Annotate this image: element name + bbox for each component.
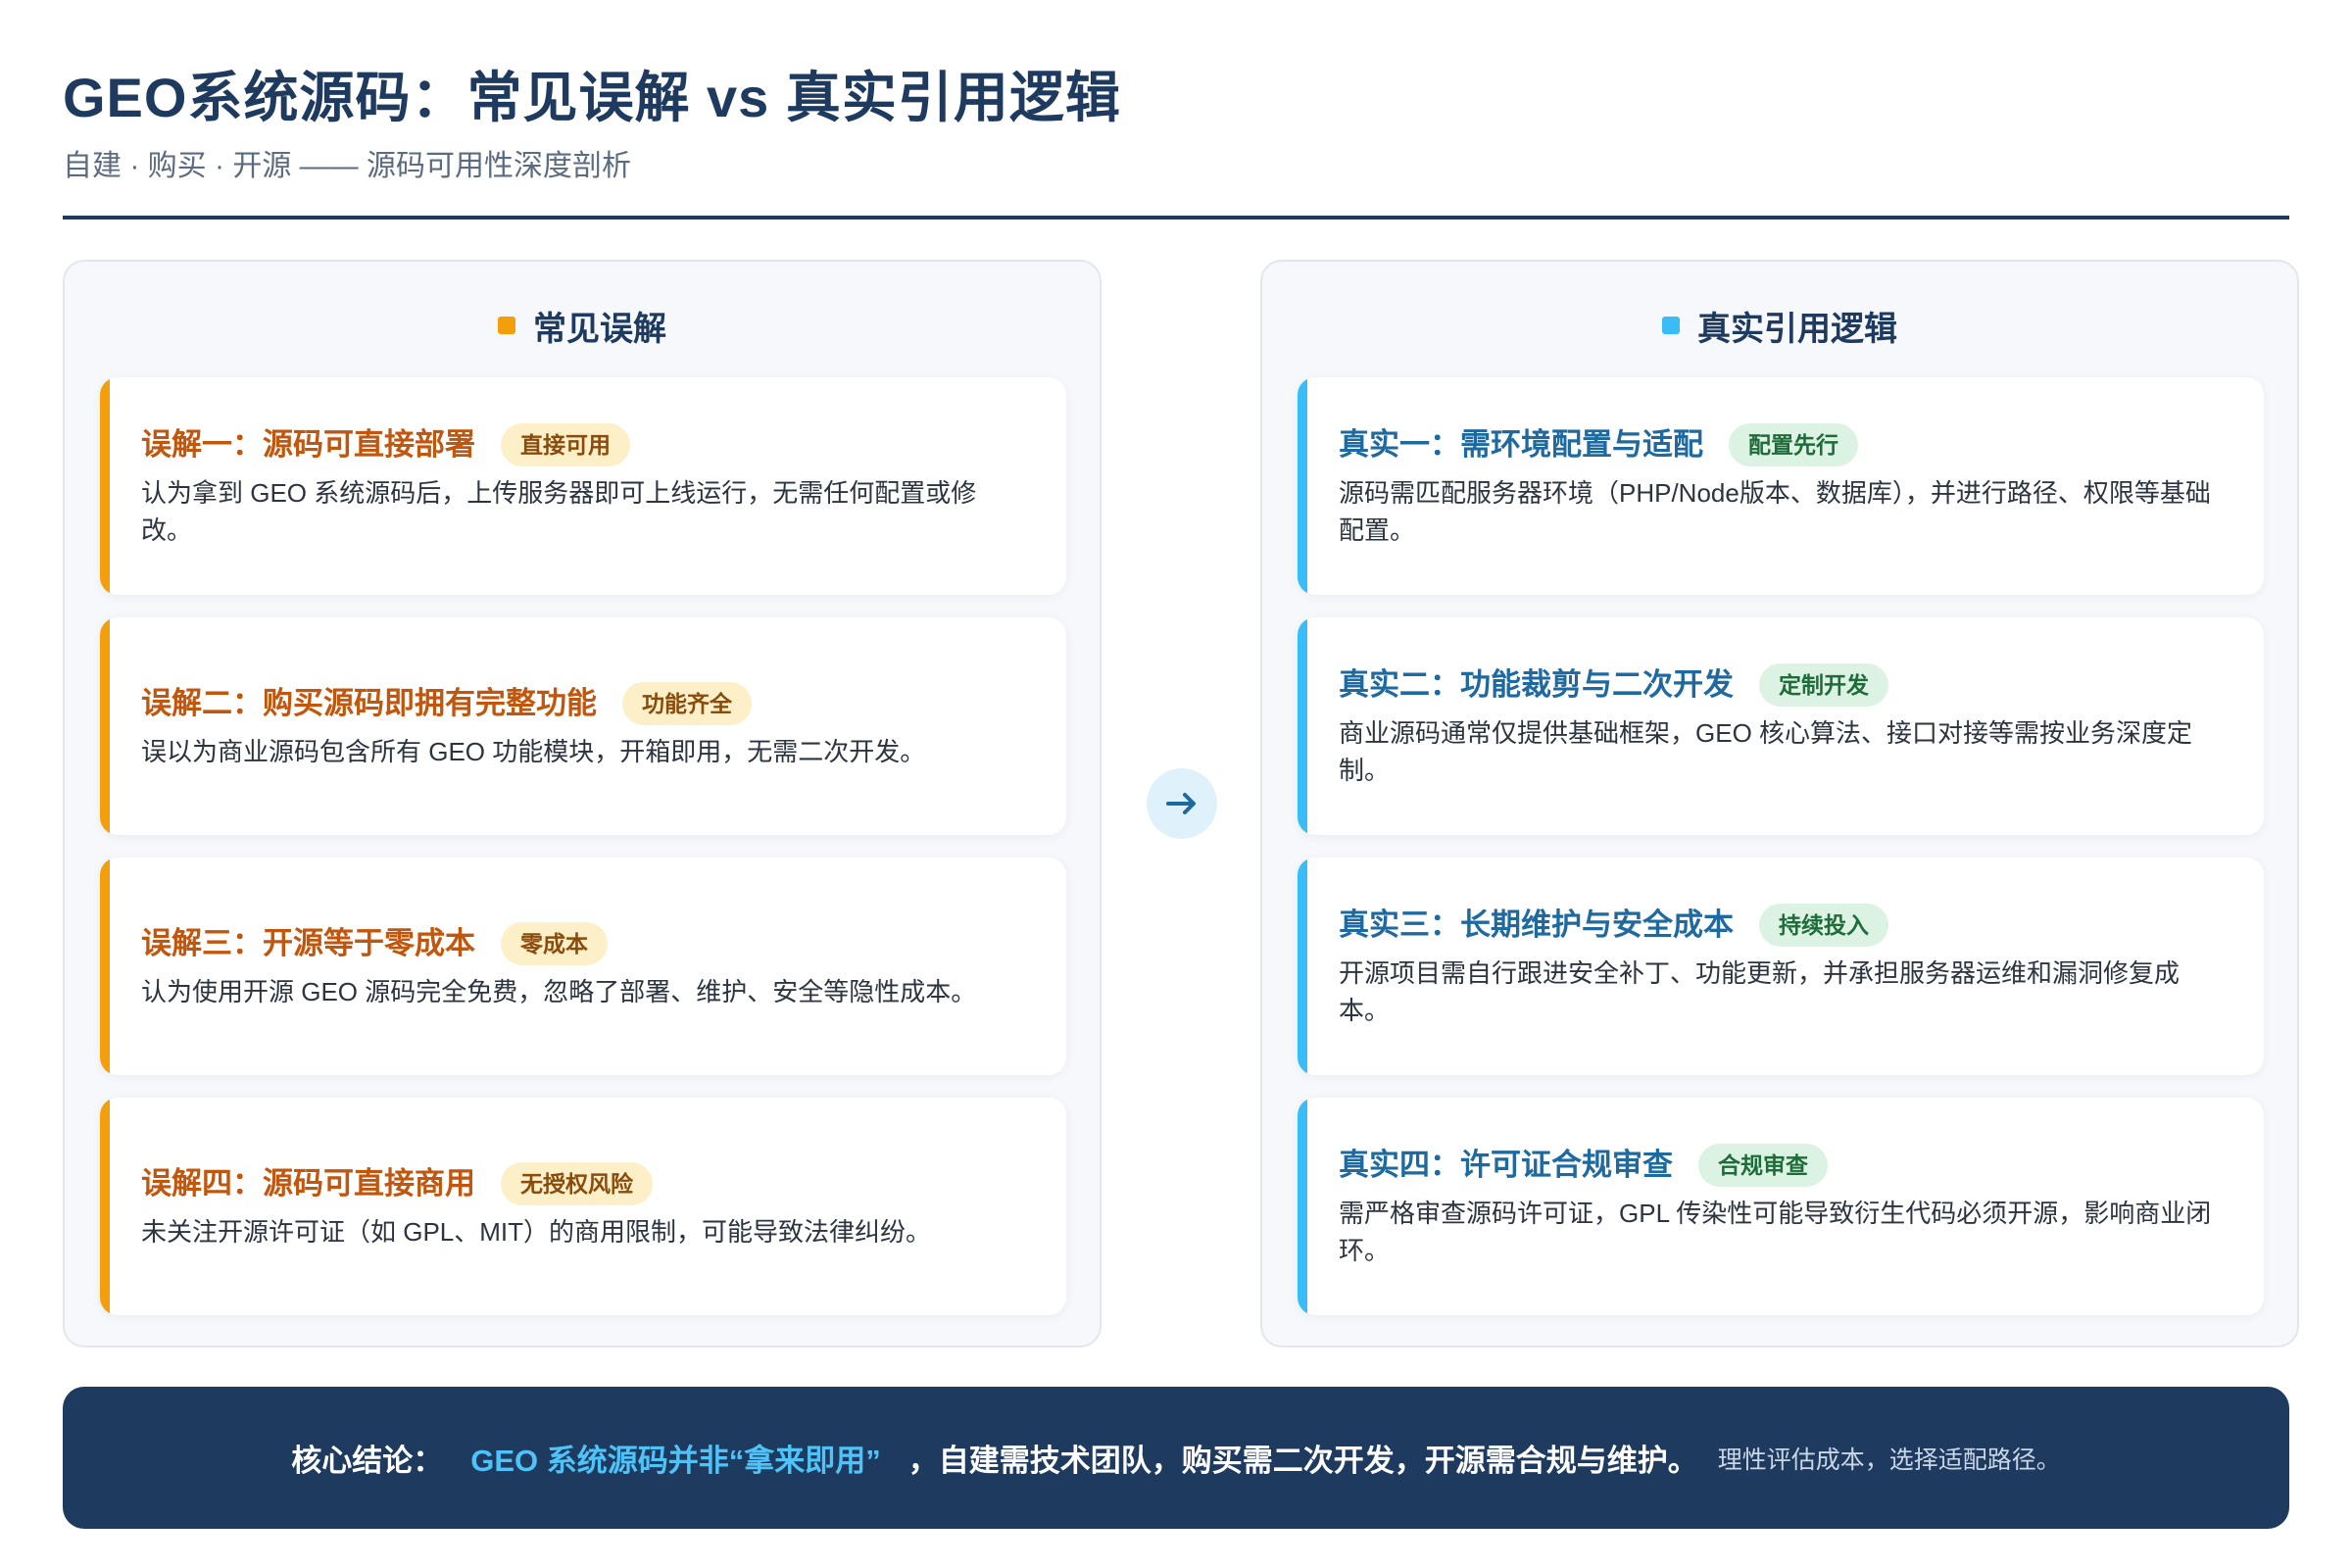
- card-accent-bar: [1298, 617, 1307, 835]
- card-description: 源码需匹配服务器环境（PHP/Node版本、数据库），并进行路径、权限等基础配置…: [1339, 478, 2211, 545]
- card-description: 需严格审查源码许可证，GPL 传染性可能导致衍生代码必须开源，影响商业闭环。: [1339, 1199, 2212, 1265]
- card-title: 真实一：需环境配置与适配: [1339, 427, 1703, 462]
- misconception-card-1: 误解一：源码可直接部署 直接可用 认为拿到 GEO 系统源码后，上传服务器即可上…: [100, 377, 1066, 595]
- card-badge: 合规审查: [1698, 1144, 1828, 1187]
- card-title: 真实四：许可证合规审查: [1339, 1148, 1673, 1182]
- card-accent-bar: [1298, 1098, 1307, 1315]
- card-description: 开源项目需自行跟进安全补丁、功能更新，并承担服务器运维和漏洞修复成本。: [1339, 958, 2180, 1025]
- reality-panel: 真实引用逻辑 真实一：需环境配置与适配 配置先行 源码需匹配服务器环境（PHP/…: [1260, 260, 2299, 1348]
- misconception-card-2: 误解二：购买源码即拥有完整功能 功能齐全 误以为商业源码包含所有 GEO 功能模…: [100, 617, 1066, 835]
- misconception-card-3: 误解三：开源等于零成本 零成本 认为使用开源 GEO 源码完全免费，忽略了部署、…: [100, 858, 1066, 1075]
- misconception-card-4: 误解四：源码可直接商用 无授权风险 未关注开源许可证（如 GPL、MIT）的商用…: [100, 1098, 1066, 1315]
- card-accent-bar: [1298, 858, 1307, 1075]
- conclusion-label: 核心结论：: [291, 1444, 444, 1478]
- card-badge: 配置先行: [1729, 423, 1858, 466]
- reality-title: 真实引用逻辑: [1697, 310, 1897, 348]
- card-badge: 直接可用: [501, 423, 630, 466]
- card-badge: 功能齐全: [622, 682, 752, 725]
- conclusion-note: 理性评估成本，选择适配路径。: [1717, 1446, 2061, 1474]
- misconceptions-header: 常见误解: [65, 262, 1100, 379]
- reality-card-2: 真实二：功能裁剪与二次开发 定制开发 商业源码通常仅提供基础框架，GEO 核心算…: [1298, 617, 2264, 835]
- page-header: GEO系统源码：常见误解 vs 真实引用逻辑 自建 · 购买 · 开源 —— 源…: [63, 59, 2289, 188]
- card-accent-bar: [100, 1098, 110, 1315]
- card-description: 误以为商业源码包含所有 GEO 功能模块，开箱即用，无需二次开发。: [141, 737, 926, 766]
- card-description: 认为拿到 GEO 系统源码后，上传服务器即可上线运行，无需任何配置或修改。: [141, 478, 977, 545]
- card-accent-bar: [100, 858, 110, 1075]
- card-title: 误解三：开源等于零成本: [141, 926, 475, 960]
- card-accent-bar: [1298, 377, 1307, 595]
- misconceptions-panel: 常见误解 误解一：源码可直接部署 直接可用 认为拿到 GEO 系统源码后，上传服…: [63, 260, 1102, 1348]
- card-title: 误解二：购买源码即拥有完整功能: [141, 686, 597, 720]
- card-title: 误解四：源码可直接商用: [141, 1166, 475, 1200]
- card-badge: 零成本: [501, 922, 608, 965]
- card-title: 误解一：源码可直接部署: [141, 427, 475, 462]
- card-badge: 无授权风险: [501, 1162, 653, 1205]
- page-title: GEO系统源码：常见误解 vs 真实引用逻辑: [63, 67, 1121, 128]
- conclusion-text: ，自建需技术团队，购买需二次开发，开源需合规与维护。: [907, 1444, 1698, 1478]
- arrow-right-icon: [1147, 768, 1217, 839]
- card-description: 认为使用开源 GEO 源码完全免费，忽略了部署、维护、安全等隐性成本。: [141, 977, 977, 1006]
- card-description: 未关注开源许可证（如 GPL、MIT）的商用限制，可能导致法律纠纷。: [141, 1217, 932, 1247]
- reality-card-1: 真实一：需环境配置与适配 配置先行 源码需匹配服务器环境（PHP/Node版本、…: [1298, 377, 2264, 595]
- card-badge: 持续投入: [1759, 904, 1888, 947]
- blue-square-icon: [1662, 317, 1680, 334]
- header-divider: [63, 216, 2289, 220]
- card-title: 真实三：长期维护与安全成本: [1339, 907, 1734, 942]
- conclusion-banner: 核心结论： GEO 系统源码并非“拿来即用” ，自建需技术团队，购买需二次开发，…: [63, 1387, 2289, 1529]
- page-subtitle: 自建 · 购买 · 开源 —— 源码可用性深度剖析: [63, 150, 631, 182]
- amber-square-icon: [498, 317, 515, 334]
- misconceptions-title: 常见误解: [533, 310, 666, 348]
- card-description: 商业源码通常仅提供基础框架，GEO 核心算法、接口对接等需按业务深度定制。: [1339, 718, 2193, 785]
- card-accent-bar: [100, 377, 110, 595]
- card-accent-bar: [100, 617, 110, 835]
- reality-card-4: 真实四：许可证合规审查 合规审查 需严格审查源码许可证，GPL 传染性可能导致衍…: [1298, 1098, 2264, 1315]
- reality-header: 真实引用逻辑: [1262, 262, 2297, 379]
- card-title: 真实二：功能裁剪与二次开发: [1339, 667, 1734, 702]
- card-badge: 定制开发: [1759, 663, 1888, 707]
- conclusion-highlight: GEO 系统源码并非“拿来即用”: [470, 1444, 881, 1478]
- reality-card-3: 真实三：长期维护与安全成本 持续投入 开源项目需自行跟进安全补丁、功能更新，并承…: [1298, 858, 2264, 1075]
